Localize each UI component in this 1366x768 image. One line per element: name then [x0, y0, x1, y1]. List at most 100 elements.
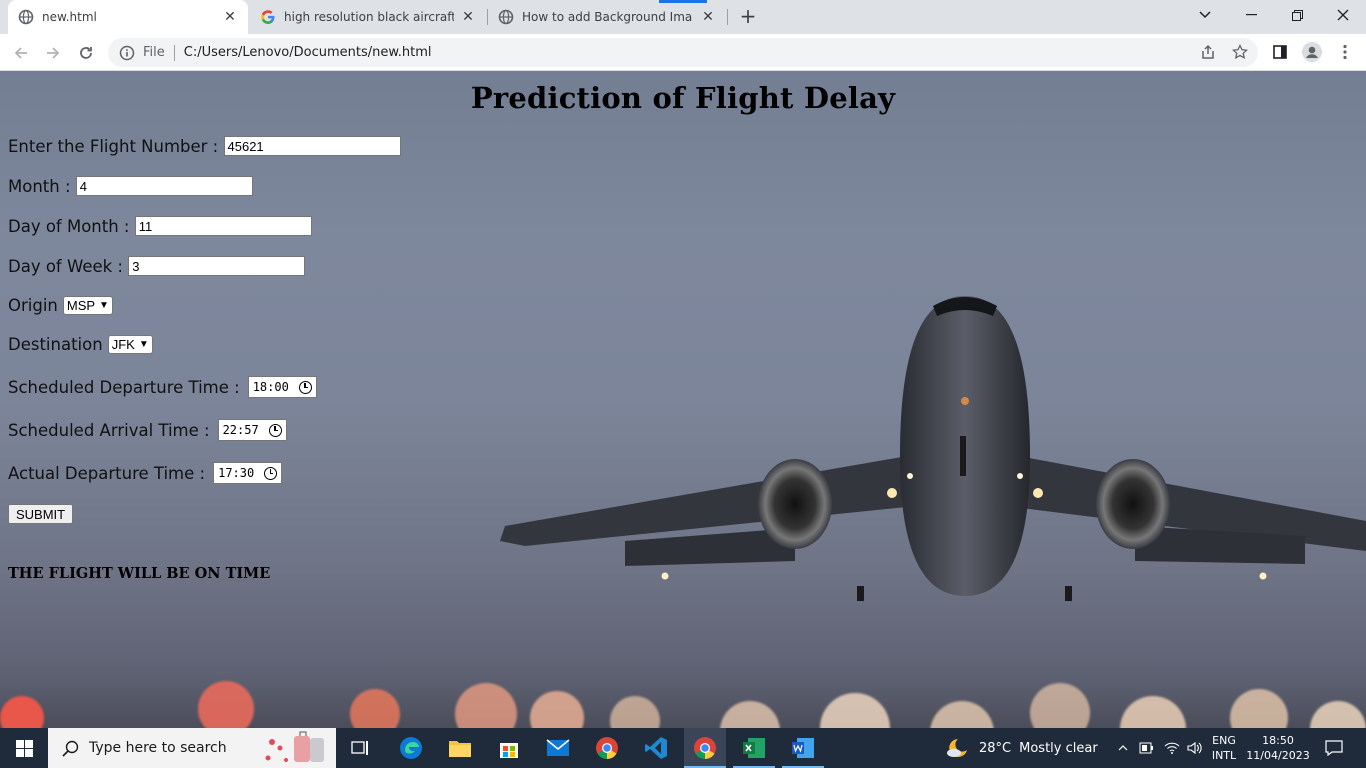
tab-title: high resolution black aircraft wall — [284, 10, 454, 24]
tab-aircraft-search[interactable]: high resolution black aircraft wall ✕ — [250, 0, 486, 34]
clock-icon[interactable] — [264, 466, 278, 480]
bokeh-light — [720, 701, 780, 728]
month-row: Month : 4 — [8, 176, 253, 196]
url-text[interactable]: C:/Users/Lenovo/Documents/new.html — [184, 45, 432, 60]
reload-button[interactable] — [73, 40, 99, 66]
bokeh-light — [820, 693, 890, 728]
taskbar-app-mail[interactable] — [537, 728, 579, 768]
taskbar-app-file-explorer[interactable] — [439, 728, 481, 768]
destination-row: Destination JFK ▼ — [8, 335, 153, 354]
notification-icon — [1325, 740, 1343, 756]
share-icon — [1202, 44, 1214, 59]
scheduled-departure-row: Scheduled Departure Time : 18:00 — [8, 376, 317, 398]
taskbar-search[interactable]: Type here to search — [48, 728, 336, 768]
day-of-week-input[interactable]: 3 — [128, 256, 306, 276]
scheduled-arrival-row: Scheduled Arrival Time : 22:57 — [8, 419, 287, 441]
new-tab-button[interactable]: + — [736, 5, 760, 29]
language-indicator[interactable]: ENG INTL — [1208, 728, 1240, 768]
back-button[interactable] — [8, 40, 34, 66]
info-icon[interactable] — [119, 45, 135, 61]
actual-departure-input[interactable]: 17:30 — [213, 462, 283, 484]
folder-icon — [449, 741, 471, 757]
clock-icon[interactable] — [298, 380, 312, 394]
day-of-month-row: Day of Month : 11 — [8, 216, 312, 236]
close-icon — [1337, 9, 1349, 21]
tab-background-image[interactable]: How to add Background Image in ✕ — [488, 0, 726, 34]
notifications-button[interactable] — [1316, 728, 1352, 768]
taskbar-app-chrome-active[interactable] — [684, 728, 726, 768]
tab-search-button[interactable] — [1182, 0, 1228, 30]
day-of-month-input[interactable]: 11 — [134, 216, 312, 236]
scheduled-arrival-input[interactable]: 22:57 — [217, 419, 287, 441]
search-placeholder: Type here to search — [89, 740, 227, 756]
volume-button[interactable] — [1184, 728, 1206, 768]
search-icon — [62, 740, 79, 757]
month-input[interactable]: 4 — [75, 176, 253, 196]
start-button[interactable] — [0, 728, 48, 768]
taskbar-app-edge[interactable] — [390, 728, 432, 768]
taskbar-app-vscode[interactable] — [635, 728, 677, 768]
restore-button[interactable] — [1274, 0, 1320, 30]
address-bar[interactable]: File C:/Users/Lenovo/Documents/new.html — [108, 38, 1258, 67]
taskbar-app-word[interactable] — [782, 728, 824, 768]
network-button[interactable] — [1160, 728, 1184, 768]
clock-icon[interactable] — [268, 423, 282, 437]
taskbar-app-chrome[interactable] — [586, 728, 628, 768]
scheduled-departure-label: Scheduled Departure Time : — [8, 377, 240, 397]
weather-widget[interactable]: 28°C Mostly clear — [944, 728, 1114, 768]
clock-time: 18:50 — [1262, 734, 1294, 747]
destination-select[interactable]: JFK ▼ — [107, 335, 153, 354]
scheduled-departure-value: 18:00 — [252, 380, 289, 394]
bokeh-light — [198, 681, 254, 728]
side-panel-button[interactable] — [1269, 41, 1291, 63]
share-button[interactable] — [1197, 41, 1219, 63]
speaker-icon — [1187, 741, 1202, 755]
page-content: Prediction of Flight Delay Enter the Fli… — [0, 71, 1366, 728]
bokeh-light — [1310, 701, 1366, 728]
forward-button[interactable] — [40, 40, 66, 66]
divider — [173, 44, 175, 61]
mail-icon — [546, 739, 570, 756]
bookmark-button[interactable] — [1229, 41, 1251, 63]
restore-icon — [1291, 9, 1303, 21]
close-icon[interactable]: ✕ — [460, 9, 476, 25]
airplane-image — [500, 296, 1366, 601]
close-window-button[interactable] — [1320, 0, 1366, 30]
lang-bottom: INTL — [1211, 749, 1237, 762]
task-view-button[interactable] — [340, 728, 380, 768]
store-icon — [500, 743, 518, 758]
flight-number-input[interactable]: 45621 — [223, 136, 401, 156]
taskbar-app-excel[interactable] — [733, 728, 775, 768]
bokeh-light — [1120, 696, 1186, 728]
close-icon[interactable]: ✕ — [700, 9, 716, 25]
chevron-up-icon — [1118, 745, 1128, 751]
tab-title: new.html — [42, 10, 97, 24]
origin-value: MSP — [66, 298, 96, 313]
taskbar-app-store[interactable] — [488, 728, 530, 768]
weather-moon-icon — [947, 739, 967, 757]
profile-button[interactable] — [1301, 41, 1323, 63]
scheduled-departure-input[interactable]: 18:00 — [247, 376, 317, 398]
tab-new-html[interactable]: new.html ✕ — [8, 0, 248, 34]
excel-icon — [743, 738, 765, 758]
edge-icon — [400, 737, 422, 759]
arrow-right-icon — [47, 47, 60, 59]
submit-button[interactable]: SUBMIT — [8, 504, 74, 524]
luggage-icon — [265, 731, 324, 762]
menu-button[interactable] — [1334, 41, 1356, 63]
clock[interactable]: 18:50 11/04/2023 — [1244, 728, 1312, 768]
origin-select[interactable]: MSP ▼ — [62, 296, 113, 315]
wifi-icon — [1164, 742, 1180, 754]
reload-icon — [80, 47, 92, 59]
minimize-button[interactable] — [1228, 0, 1274, 30]
destination-value: JFK — [111, 337, 135, 352]
arrow-left-icon — [14, 47, 27, 59]
bokeh-light — [455, 683, 517, 728]
actual-departure-value: 17:30 — [218, 466, 255, 480]
vscode-icon — [645, 737, 667, 759]
battery-icon — [1139, 742, 1153, 754]
meet-now-button[interactable] — [1136, 728, 1158, 768]
close-icon[interactable]: ✕ — [222, 9, 238, 25]
actual-departure-row: Actual Departure Time : 17:30 — [8, 462, 283, 484]
tray-overflow-button[interactable] — [1114, 728, 1132, 768]
